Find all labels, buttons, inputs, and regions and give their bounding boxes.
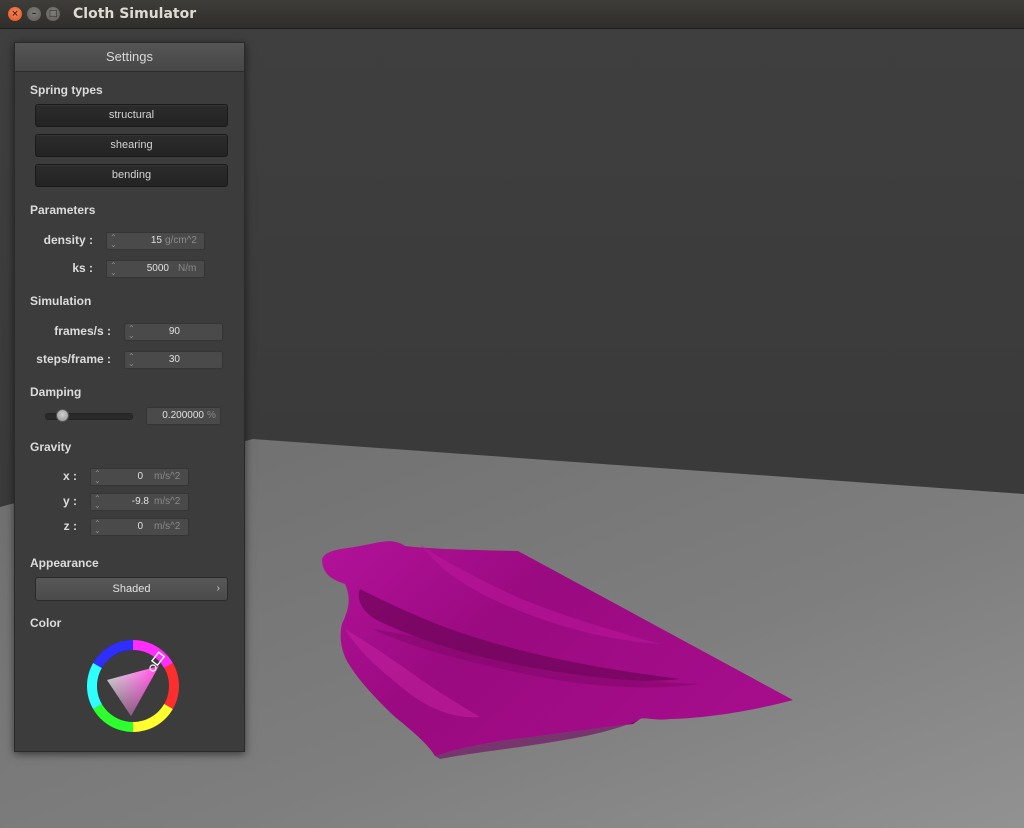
window-title: Cloth Simulator bbox=[73, 6, 197, 22]
appearance-heading: Appearance bbox=[30, 556, 99, 570]
chevron-right-icon: › bbox=[216, 583, 220, 594]
simulation-heading: Simulation bbox=[30, 294, 92, 308]
gravity-x-label: x : bbox=[62, 469, 77, 483]
color-wheel-picker[interactable] bbox=[83, 636, 183, 736]
spinner-icon[interactable]: ⌃ ⌄ bbox=[94, 520, 101, 535]
damping-heading: Damping bbox=[30, 385, 82, 399]
appearance-selected: Shaded bbox=[112, 583, 151, 595]
damping-field[interactable]: 0.200000 % bbox=[146, 407, 221, 425]
gravity-z-field[interactable]: ⌃ ⌄ 0 m/s^2 bbox=[90, 518, 189, 536]
ks-value: 5000 bbox=[146, 263, 169, 274]
spinner-icon[interactable]: ⌃ ⌄ bbox=[110, 262, 117, 277]
fps-value: 90 bbox=[168, 326, 180, 337]
gravity-z-label: z : bbox=[63, 519, 77, 533]
title-bar: × – □ Cloth Simulator bbox=[0, 0, 1024, 29]
panel-title[interactable]: Settings bbox=[15, 43, 244, 72]
settings-panel: Settings Spring types structural shearin… bbox=[14, 42, 245, 752]
spinner-icon[interactable]: ⌃ ⌄ bbox=[94, 470, 101, 485]
spinner-icon[interactable]: ⌃ ⌄ bbox=[110, 234, 117, 249]
fps-field[interactable]: ⌃ ⌄ 90 bbox=[124, 323, 223, 341]
density-field[interactable]: ⌃ ⌄ 15 g/cm^2 bbox=[106, 232, 205, 250]
spinner-icon[interactable]: ⌃ ⌄ bbox=[128, 325, 135, 340]
spinner-icon[interactable]: ⌃ ⌄ bbox=[128, 353, 135, 368]
color-heading: Color bbox=[30, 616, 62, 630]
gravity-heading: Gravity bbox=[30, 440, 72, 454]
structural-button[interactable]: structural bbox=[35, 104, 228, 127]
damping-unit: % bbox=[207, 410, 216, 421]
steps-field[interactable]: ⌃ ⌄ 30 bbox=[124, 351, 223, 369]
damping-value: 0.200000 bbox=[162, 410, 204, 421]
gravity-x-value: 0 bbox=[137, 471, 143, 482]
gravity-y-label: y : bbox=[62, 494, 77, 508]
damping-slider-thumb[interactable] bbox=[56, 409, 69, 422]
shearing-button[interactable]: shearing bbox=[35, 134, 228, 157]
maximize-icon[interactable]: □ bbox=[46, 7, 60, 21]
density-label: density : bbox=[43, 233, 93, 247]
gravity-y-value: -9.8 bbox=[131, 496, 149, 507]
spring-types-heading: Spring types bbox=[30, 83, 103, 97]
fps-label: frames/s : bbox=[54, 324, 111, 338]
ks-field[interactable]: ⌃ ⌄ 5000 N/m bbox=[106, 260, 205, 278]
ks-label: ks : bbox=[72, 261, 93, 275]
gravity-x-unit: m/s^2 bbox=[154, 471, 181, 482]
app-window: × – □ Cloth Simulator Settings Spring ty… bbox=[0, 0, 1024, 828]
close-icon[interactable]: × bbox=[8, 7, 22, 21]
minimize-icon[interactable]: – bbox=[27, 7, 41, 21]
appearance-dropdown[interactable]: Shaded › bbox=[35, 577, 228, 601]
density-unit: g/cm^2 bbox=[165, 235, 197, 246]
steps-value: 30 bbox=[168, 354, 180, 365]
gravity-z-unit: m/s^2 bbox=[154, 521, 181, 532]
gravity-y-unit: m/s^2 bbox=[154, 496, 181, 507]
ks-unit: N/m bbox=[178, 263, 197, 274]
gravity-z-value: 0 bbox=[137, 521, 143, 532]
gravity-y-field[interactable]: ⌃ ⌄ -9.8 m/s^2 bbox=[90, 493, 189, 511]
parameters-heading: Parameters bbox=[30, 203, 96, 217]
spinner-icon[interactable]: ⌃ ⌄ bbox=[94, 495, 101, 510]
density-value: 15 bbox=[150, 235, 162, 246]
steps-label: steps/frame : bbox=[36, 352, 111, 366]
bending-button[interactable]: bending bbox=[35, 164, 228, 187]
gravity-x-field[interactable]: ⌃ ⌄ 0 m/s^2 bbox=[90, 468, 189, 486]
